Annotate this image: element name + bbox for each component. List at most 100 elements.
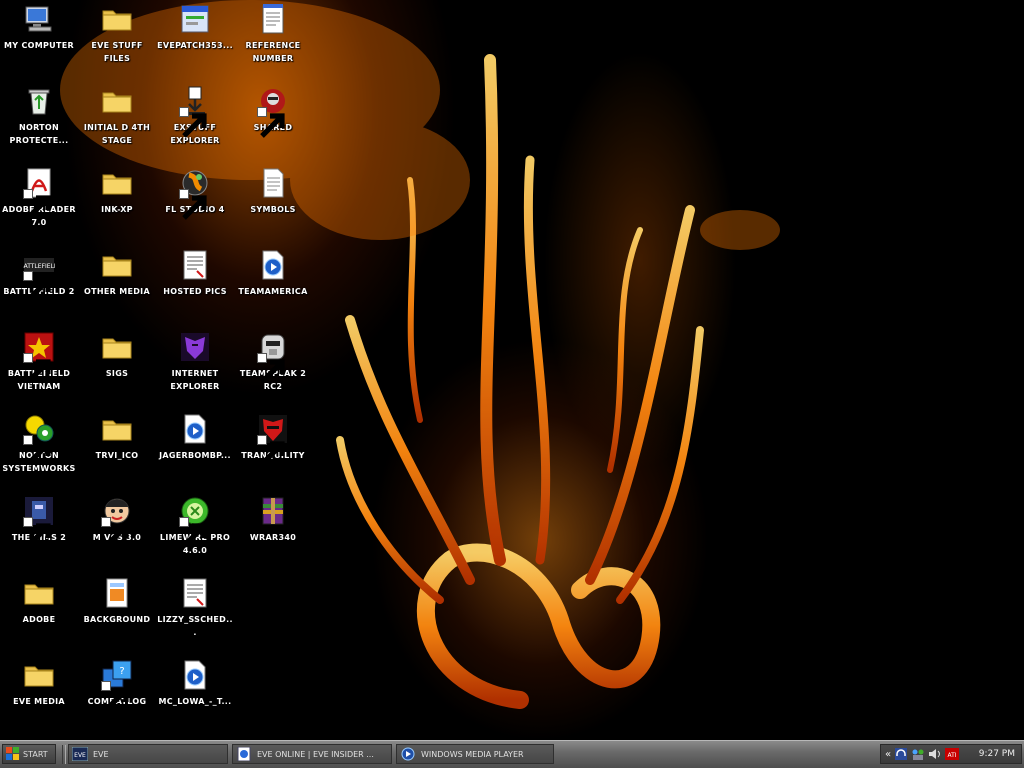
desktop-icon[interactable]: teamamerica xyxy=(234,246,312,324)
document-icon xyxy=(179,577,211,609)
desktop-icon[interactable]: The Sims 2 xyxy=(0,492,78,570)
svg-text:ATI: ATI xyxy=(948,752,957,759)
shortcut-arrow-icon xyxy=(101,681,129,712)
folder-icon xyxy=(101,85,133,117)
desktop-icon[interactable]: lizzy_ssched... xyxy=(156,574,234,652)
task-button-media-player[interactable]: Windows Media Player xyxy=(396,744,554,764)
desktop-icon[interactable]: BATTLEFIELDBattlefield 2 xyxy=(0,246,78,324)
the-sims-2-icon xyxy=(23,495,55,548)
desktop-icon[interactable]: trvi_ico xyxy=(78,410,156,488)
combatlog-icon: ? xyxy=(101,659,133,712)
desktop-icon-label: Adobe xyxy=(22,615,56,624)
image-file-icon xyxy=(101,577,133,609)
shortcut-arrow-icon xyxy=(257,435,285,466)
folder-icon xyxy=(101,413,133,445)
browser-page-icon xyxy=(237,747,251,761)
taskbar-divider xyxy=(62,745,66,764)
installer-icon xyxy=(179,3,211,35)
desktop-icon[interactable]: m vcs 3.0 xyxy=(78,492,156,570)
desktop-icon-label: lizzy_ssched... xyxy=(157,615,233,637)
eve-icon: EVE xyxy=(72,747,88,761)
shortcut-arrow-icon xyxy=(23,189,51,220)
desktop-icon[interactable]: Initial D 4th Stage xyxy=(78,82,156,160)
desktop-icon-label: reference number xyxy=(245,41,301,63)
shortcut-arrow-icon xyxy=(179,189,207,220)
desktop-icon[interactable]: MC_Lowa_-_T... xyxy=(156,656,234,734)
desktop-icon-label: Initial D 4th Stage xyxy=(83,123,151,145)
shortcut-arrow-icon xyxy=(257,353,285,384)
limewire-icon xyxy=(179,495,211,548)
ati-icon[interactable]: ATI xyxy=(945,747,960,761)
desktop-icon-label: evepatch353... xyxy=(157,41,233,50)
svg-text:?: ? xyxy=(119,666,124,677)
adobe-reader-icon xyxy=(23,167,55,220)
desktop-icon[interactable]: Tranquility xyxy=(234,410,312,488)
desktop-icon[interactable]: EVE Stuff Files xyxy=(78,0,156,78)
desktop-icon[interactable]: Background xyxy=(78,574,156,652)
desktop-icon[interactable]: FL Studio 4 xyxy=(156,164,234,242)
media-file-icon xyxy=(179,659,211,691)
desktop-icon[interactable]: EXStuff Explorer xyxy=(156,82,234,160)
folder-icon xyxy=(101,3,133,35)
task-button-eve-insider[interactable]: EVE Online | EVE Insider ... xyxy=(232,744,392,764)
desktop-icon-label: EVE Stuff Files xyxy=(91,41,143,63)
my-computer-icon xyxy=(23,3,55,35)
desktop-icon[interactable]: ink-xp xyxy=(78,164,156,242)
shortcut-arrow-icon xyxy=(101,517,129,548)
desktop-icon-label: Internet Explorer xyxy=(170,369,220,391)
desktop-icon[interactable]: Other Media xyxy=(78,246,156,324)
clock[interactable]: 9:27 PM xyxy=(979,749,1015,759)
text-file-icon xyxy=(257,167,289,199)
desktop-icon-label: MC_Lowa_-_T... xyxy=(158,697,232,706)
desktop-icon[interactable]: ? combatlog xyxy=(78,656,156,734)
media-file-icon xyxy=(257,249,289,281)
desktop-icon[interactable]: TeamSpeak 2 RC2 xyxy=(234,328,312,406)
desktop-icon[interactable]: Adobe xyxy=(0,574,78,652)
shortcut-arrow-icon xyxy=(179,517,207,548)
shortcut-arrow-icon xyxy=(23,353,51,384)
desktop-icon-label: wrar340 xyxy=(249,533,297,542)
desktop-icon[interactable]: hosted pics xyxy=(156,246,234,324)
desktop-icon[interactable]: LimeWire PRO 4.6.0 xyxy=(156,492,234,570)
desktop-icon[interactable]: sigs xyxy=(78,328,156,406)
download-icon xyxy=(179,85,211,138)
task-button-eve[interactable]: EVE EVE xyxy=(68,744,228,764)
desktop-icon[interactable]: EVE Media xyxy=(0,656,78,734)
network-icon[interactable] xyxy=(911,747,925,761)
desktop-icon[interactable]: evepatch353... xyxy=(156,0,234,78)
start-button[interactable]: Start xyxy=(2,744,56,764)
svg-text:EVE: EVE xyxy=(74,752,86,759)
shortcut-arrow-icon xyxy=(23,435,51,466)
shortcut-arrow-icon xyxy=(23,517,51,548)
headset-icon[interactable] xyxy=(894,747,908,761)
desktop-icon-label: My Computer xyxy=(4,41,74,50)
desktop-icon[interactable]: Adobe Reader 7.0 xyxy=(0,164,78,242)
desktop-icon[interactable]: reference number xyxy=(234,0,312,78)
fl-studio-icon xyxy=(179,167,211,220)
desktop-icon[interactable]: jagerbombp... xyxy=(156,410,234,488)
desktop-icon-label: trvi_ico xyxy=(95,451,139,460)
document-icon xyxy=(179,249,211,281)
windows-logo-icon xyxy=(6,747,19,760)
shared-icon xyxy=(257,85,289,138)
desktop-icon[interactable]: Internet Explorer xyxy=(156,328,234,406)
desktop-icon-label: jagerbombp... xyxy=(159,451,231,460)
desktop-icon[interactable]: Battlefield Vietnam xyxy=(0,328,78,406)
norton-systemworks-icon xyxy=(23,413,55,466)
media-file-icon xyxy=(179,413,211,445)
desktop-icon[interactable]: symbols xyxy=(234,164,312,242)
volume-icon[interactable] xyxy=(928,747,942,761)
desktop-icon-label: EVE Media xyxy=(13,697,65,706)
desktop-icon[interactable]: Norton Protecte... xyxy=(0,82,78,160)
desktop-icon[interactable]: Shared xyxy=(234,82,312,160)
desktop-icon[interactable]: Norton SystemWorks xyxy=(0,410,78,488)
desktop-icon[interactable]: wrar340 xyxy=(234,492,312,570)
desktop-icon[interactable]: My Computer xyxy=(0,0,78,78)
svg-text:BATTLEFIELD: BATTLEFIELD xyxy=(23,263,55,270)
shortcut-arrow-icon xyxy=(257,107,285,138)
tray-expand-button[interactable]: « xyxy=(885,749,891,760)
desktop-icon-label: hosted pics xyxy=(163,287,227,296)
teamspeak-icon xyxy=(257,331,289,384)
winrar-icon xyxy=(257,495,289,527)
desktop-icon-label: sigs xyxy=(105,369,129,378)
